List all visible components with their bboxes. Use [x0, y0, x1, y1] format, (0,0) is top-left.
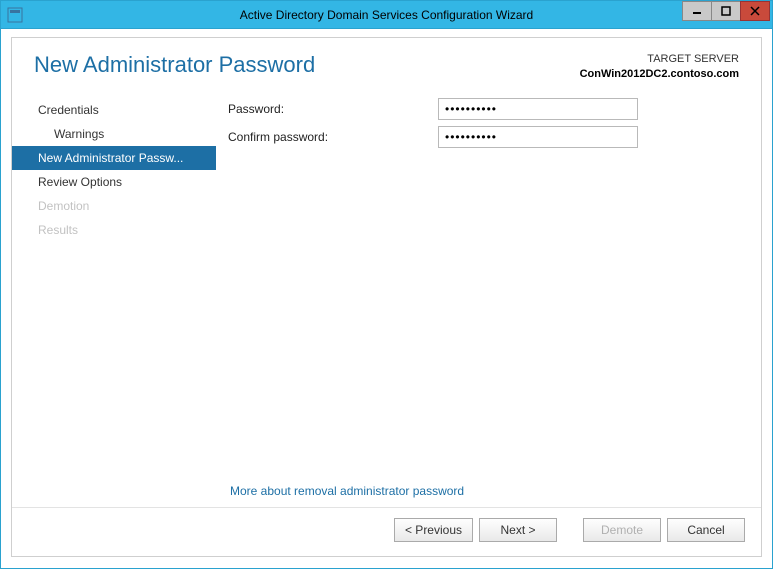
- step-sidebar: Credentials Warnings New Administrator P…: [12, 94, 216, 242]
- close-button[interactable]: [740, 1, 770, 21]
- sidebar-item-warnings[interactable]: Warnings: [12, 122, 216, 146]
- form-area: Password: Confirm password:: [216, 94, 761, 242]
- previous-button[interactable]: < Previous: [394, 518, 473, 542]
- sidebar-item-demotion: Demotion: [12, 194, 216, 218]
- target-server-host: ConWin2012DC2.contoso.com: [580, 67, 739, 82]
- confirm-password-label: Confirm password:: [228, 130, 438, 144]
- sidebar-item-credentials[interactable]: Credentials: [12, 98, 216, 122]
- demote-button[interactable]: Demote: [583, 518, 661, 542]
- minimize-icon: [692, 6, 702, 16]
- password-input[interactable]: [438, 98, 638, 120]
- sidebar-item-new-admin-password[interactable]: New Administrator Passw...: [12, 146, 216, 170]
- wizard-frame: New Administrator Password TARGET SERVER…: [11, 37, 762, 557]
- window-controls: [683, 1, 770, 21]
- window-title: Active Directory Domain Services Configu…: [1, 8, 772, 22]
- target-server-block: TARGET SERVER ConWin2012DC2.contoso.com: [580, 52, 739, 82]
- button-divider: [12, 507, 761, 508]
- close-icon: [750, 6, 760, 16]
- password-label: Password:: [228, 102, 438, 116]
- maximize-button[interactable]: [711, 1, 741, 21]
- row-password: Password:: [228, 98, 737, 120]
- cancel-button[interactable]: Cancel: [667, 518, 745, 542]
- wizard-body: Credentials Warnings New Administrator P…: [12, 88, 761, 242]
- row-confirm-password: Confirm password:: [228, 126, 737, 148]
- app-icon: [7, 7, 23, 23]
- page-title: New Administrator Password: [34, 52, 315, 78]
- target-server-label: TARGET SERVER: [580, 52, 739, 67]
- button-gap: [563, 518, 577, 542]
- minimize-button[interactable]: [682, 1, 712, 21]
- next-button[interactable]: Next >: [479, 518, 557, 542]
- confirm-password-input[interactable]: [438, 126, 638, 148]
- button-bar: < Previous Next > Demote Cancel: [394, 518, 745, 542]
- title-bar: Active Directory Domain Services Configu…: [1, 1, 772, 29]
- maximize-icon: [721, 6, 731, 16]
- help-link[interactable]: More about removal administrator passwor…: [230, 484, 464, 498]
- sidebar-item-results: Results: [12, 218, 216, 242]
- sidebar-item-review-options[interactable]: Review Options: [12, 170, 216, 194]
- wizard-header: New Administrator Password TARGET SERVER…: [12, 38, 761, 88]
